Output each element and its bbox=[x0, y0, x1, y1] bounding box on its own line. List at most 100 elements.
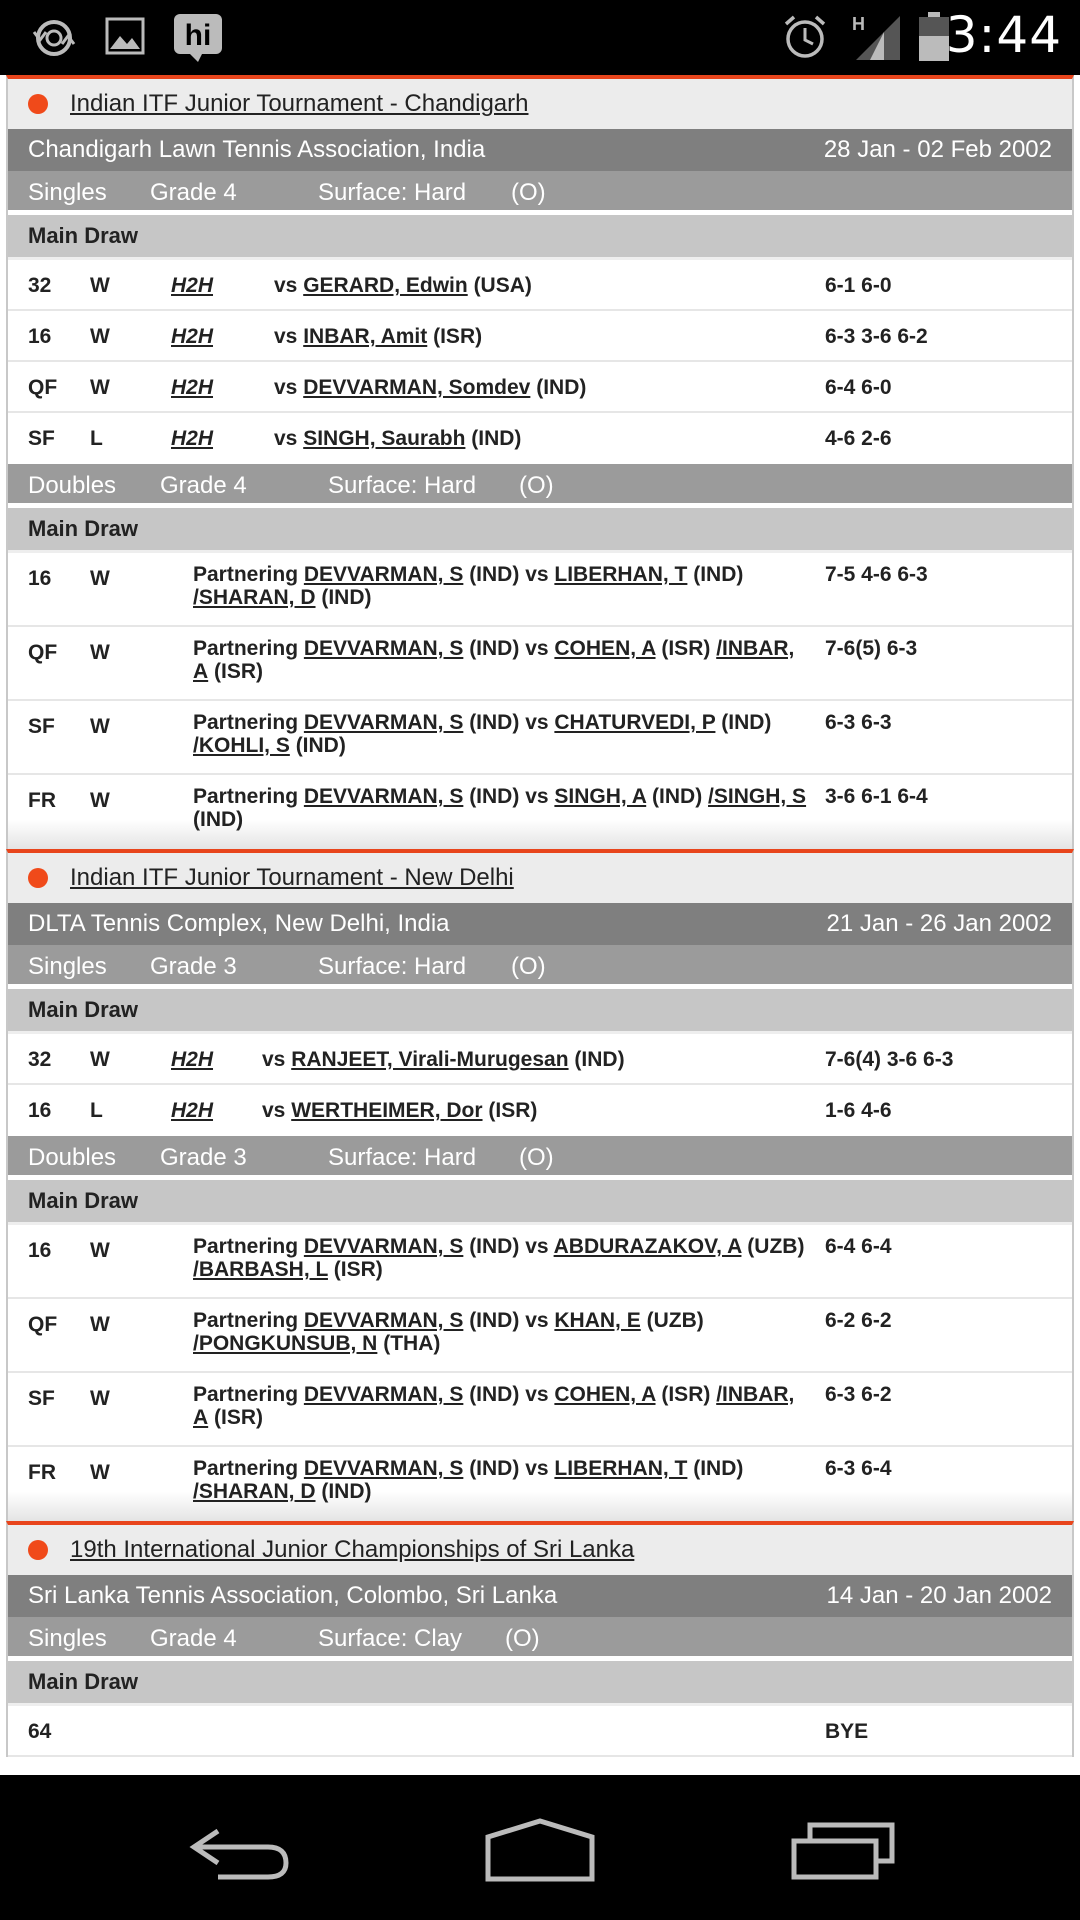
partner-link[interactable]: DEVVARMAN, S bbox=[304, 1383, 463, 1406]
bullet-icon bbox=[28, 1540, 48, 1560]
bullet-icon bbox=[28, 868, 48, 888]
vs-label: vs bbox=[525, 785, 549, 808]
match-row: 16 L H2H vs WERTHEIMER, Dor (ISR) 1-6 4-… bbox=[8, 1085, 1072, 1136]
score: 6-3 6-3 bbox=[825, 711, 892, 734]
result: W bbox=[90, 567, 110, 590]
h2h-link[interactable]: H2H bbox=[171, 427, 213, 451]
recent-apps-icon[interactable] bbox=[790, 1819, 898, 1886]
country: (IND) bbox=[469, 785, 520, 808]
tournament-card: Indian ITF Junior Tournament - Chandigar… bbox=[6, 75, 1074, 849]
opponent-link[interactable]: DEVVARMAN, Somdev bbox=[303, 376, 530, 399]
indoor-outdoor: (O) bbox=[519, 472, 554, 499]
opponent-link[interactable]: /BARBASH, L bbox=[193, 1258, 328, 1281]
partner-link[interactable]: DEVVARMAN, S bbox=[304, 1457, 463, 1480]
draw-header: Main Draw bbox=[8, 1661, 1072, 1706]
opponent-link[interactable]: WERTHEIMER, Dor bbox=[291, 1099, 482, 1122]
result: W bbox=[90, 274, 110, 297]
event-type: Singles bbox=[28, 179, 107, 206]
tournament-link[interactable]: Indian ITF Junior Tournament - Chandigar… bbox=[70, 90, 528, 118]
opponent-link[interactable]: LIBERHAN, T bbox=[554, 1457, 687, 1480]
opponent-link[interactable]: /SHARAN, D bbox=[193, 1480, 316, 1503]
result: W bbox=[90, 376, 110, 399]
tournament-title-bar: Indian ITF Junior Tournament - Chandigar… bbox=[8, 79, 1072, 129]
country: (ISR) bbox=[214, 1406, 264, 1429]
surface: Surface: Hard bbox=[318, 953, 467, 980]
partner-link[interactable]: DEVVARMAN, S bbox=[304, 1309, 463, 1332]
round: QF bbox=[28, 376, 58, 399]
match-row: 16 W Partnering DEVVARMAN, S (IND) vs LI… bbox=[8, 553, 1072, 627]
opponent-link[interactable]: KHAN, E bbox=[554, 1309, 640, 1332]
match-row: FR W Partnering DEVVARMAN, S (IND) vs LI… bbox=[8, 1447, 1072, 1521]
h2h-link[interactable]: H2H bbox=[171, 1048, 213, 1072]
alarm-icon bbox=[782, 14, 828, 65]
score: 6-3 6-4 bbox=[825, 1457, 892, 1480]
partner-link[interactable]: DEVVARMAN, S bbox=[304, 1235, 463, 1258]
round: 32 bbox=[28, 274, 52, 297]
partner-link[interactable]: DEVVARMAN, S bbox=[304, 563, 463, 586]
activity-list[interactable]: Indian ITF Junior Tournament - Chandigar… bbox=[0, 75, 1080, 1775]
country: (ISR) bbox=[488, 1099, 538, 1122]
result: W bbox=[90, 325, 110, 348]
opponent-link[interactable]: RANJEET, Virali-Murugesan bbox=[291, 1048, 568, 1071]
venue: Sri Lanka Tennis Association, Colombo, S… bbox=[28, 1582, 558, 1609]
round: 64 bbox=[28, 1720, 52, 1743]
dates: 28 Jan - 02 Feb 2002 bbox=[823, 136, 1052, 163]
score: 4-6 2-6 bbox=[825, 427, 892, 450]
round: 16 bbox=[28, 325, 52, 348]
home-icon[interactable] bbox=[484, 1817, 596, 1888]
result: W bbox=[90, 1239, 110, 1262]
partner-link[interactable]: DEVVARMAN, S bbox=[304, 637, 463, 660]
navigation-bar bbox=[0, 1775, 1080, 1920]
back-icon[interactable] bbox=[188, 1823, 292, 1888]
match-row: QF W Partnering DEVVARMAN, S (IND) vs CO… bbox=[8, 627, 1072, 701]
h2h-link[interactable]: H2H bbox=[171, 376, 213, 400]
indoor-outdoor: (O) bbox=[511, 179, 546, 206]
h2h-link[interactable]: H2H bbox=[171, 1099, 213, 1123]
opponent-link[interactable]: COHEN, A bbox=[554, 1383, 655, 1406]
country: (IND) bbox=[469, 1457, 520, 1480]
match-row: 16 W H2H vs INBAR, Amit (ISR) 6-3 3-6 6-… bbox=[8, 311, 1072, 362]
score: 6-3 6-2 bbox=[825, 1383, 892, 1406]
opponent-link[interactable]: ABDURAZAKOV, A bbox=[554, 1235, 742, 1258]
surface: Surface: Hard bbox=[328, 472, 477, 499]
opponent-link[interactable]: SINGH, Saurabh bbox=[303, 427, 465, 450]
tournament-link[interactable]: 19th International Junior Championships … bbox=[70, 1536, 634, 1564]
round: QF bbox=[28, 641, 58, 664]
h2h-link[interactable]: H2H bbox=[171, 274, 213, 298]
opponent-link[interactable]: /PONGKUNSUB, N bbox=[193, 1332, 377, 1355]
partnering-label: Partnering bbox=[193, 711, 299, 734]
score: 6-4 6-0 bbox=[825, 376, 892, 399]
partnering-label: Partnering bbox=[193, 1457, 299, 1480]
grade: Grade 4 bbox=[150, 179, 237, 206]
surface: Surface: Hard bbox=[318, 179, 467, 206]
h2h-link[interactable]: H2H bbox=[171, 325, 213, 349]
opponent-link[interactable]: CHATURVEDI, P bbox=[554, 711, 715, 734]
opponent-link[interactable]: /KOHLI, S bbox=[193, 734, 290, 757]
country: (USA) bbox=[473, 274, 532, 297]
result: W bbox=[90, 641, 110, 664]
svg-text:hi: hi bbox=[185, 19, 212, 52]
opponent-link[interactable]: /SHARAN, D bbox=[193, 586, 316, 609]
indoor-outdoor: (O) bbox=[511, 953, 546, 980]
event-header-singles: Singles Grade 3 Surface: Hard (O) bbox=[8, 945, 1072, 989]
country: (IND) bbox=[693, 1457, 744, 1480]
partner-link[interactable]: DEVVARMAN, S bbox=[304, 711, 463, 734]
country: (ISR) bbox=[661, 1383, 711, 1406]
opponent-link[interactable]: COHEN, A bbox=[554, 637, 655, 660]
round: 16 bbox=[28, 567, 52, 590]
match-row: 32 W H2H vs RANJEET, Virali-Murugesan (I… bbox=[8, 1034, 1072, 1085]
tournament-link[interactable]: Indian ITF Junior Tournament - New Delhi bbox=[70, 864, 514, 892]
grade: Grade 4 bbox=[150, 1625, 237, 1652]
partner-link[interactable]: DEVVARMAN, S bbox=[304, 785, 463, 808]
country: (IND) bbox=[652, 785, 703, 808]
country: (UZB) bbox=[646, 1309, 704, 1332]
dates: 14 Jan - 20 Jan 2002 bbox=[826, 1582, 1052, 1609]
opponent-link[interactable]: GERARD, Edwin bbox=[303, 274, 468, 297]
match-detail: Partnering DEVVARMAN, S (IND) vs SINGH, … bbox=[193, 785, 813, 831]
round: 16 bbox=[28, 1239, 52, 1262]
opponent-link[interactable]: INBAR, Amit bbox=[303, 325, 427, 348]
opponent-cell: vs WERTHEIMER, Dor (ISR) bbox=[262, 1099, 537, 1123]
opponent-link[interactable]: /SINGH, S bbox=[708, 785, 806, 808]
opponent-link[interactable]: LIBERHAN, T bbox=[554, 563, 687, 586]
opponent-link[interactable]: SINGH, A bbox=[554, 785, 646, 808]
